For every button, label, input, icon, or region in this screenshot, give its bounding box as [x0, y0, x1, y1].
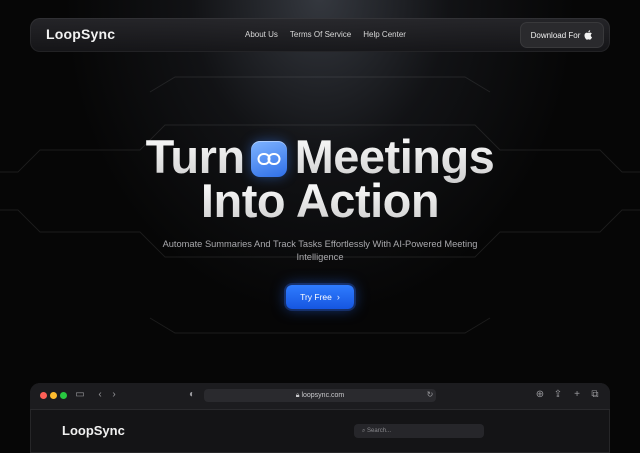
share-icon[interactable]: ⇪ — [552, 389, 564, 401]
inner-search-placeholder: Search... — [367, 428, 392, 434]
inner-brand-logo[interactable]: LoopSync — [62, 423, 125, 438]
reload-icon[interactable]: ↻ — [424, 389, 436, 401]
download-button[interactable]: Download For — [520, 22, 604, 48]
forward-icon[interactable]: › — [108, 389, 120, 401]
browser-mockup: ▭ ‹ › ◐ 🔒︎ loopsync.com ↻ ⊕ ⇪ + ⧉ LoopSy… — [30, 383, 610, 453]
lock-icon: 🔒︎ — [295, 392, 300, 399]
hero-subtitle: Automate Summaries And Track Tasks Effor… — [162, 239, 478, 262]
chevron-right-icon: › — [336, 292, 340, 302]
browser-toolbar: ▭ ‹ › ◐ 🔒︎ loopsync.com ↻ ⊕ ⇪ + ⧉ — [30, 383, 610, 410]
search-icon: ⌕ — [362, 428, 366, 434]
close-window-dot[interactable] — [40, 392, 47, 399]
brand-logo[interactable]: LoopSync — [46, 26, 115, 42]
sidebar-icon[interactable]: ▭ — [74, 389, 86, 401]
hero-title-line-2: Into Action — [0, 177, 640, 224]
minimize-window-dot[interactable] — [50, 392, 57, 399]
nav-link-help-center[interactable]: Help Center — [363, 30, 406, 39]
tabs-icon[interactable]: ⧉ — [589, 389, 601, 401]
link-icon — [250, 141, 287, 177]
address-bar[interactable]: 🔒︎ loopsync.com — [204, 389, 436, 402]
address-bar-url: loopsync.com — [301, 392, 345, 399]
nav-links: About Us Terms Of Service Help Center — [245, 30, 406, 39]
try-free-button[interactable]: Try Free › — [286, 285, 354, 309]
download-button-label: Download For — [530, 30, 581, 40]
apple-icon — [584, 30, 593, 40]
nav-link-about-us[interactable]: About Us — [245, 30, 278, 39]
nav-link-terms-of-service[interactable]: Terms Of Service — [290, 30, 351, 39]
plus-icon[interactable]: + — [571, 389, 583, 401]
download-icon[interactable]: ⊕ — [534, 389, 546, 401]
inner-search-input[interactable]: ⌕ Search... — [354, 424, 484, 438]
maximize-window-dot[interactable] — [60, 392, 67, 399]
top-navbar: LoopSync About Us Terms Of Service Help … — [30, 18, 610, 52]
back-icon[interactable]: ‹ — [94, 389, 106, 401]
try-free-label: Try Free — [300, 292, 332, 302]
shield-icon[interactable]: ◐ — [186, 389, 198, 401]
